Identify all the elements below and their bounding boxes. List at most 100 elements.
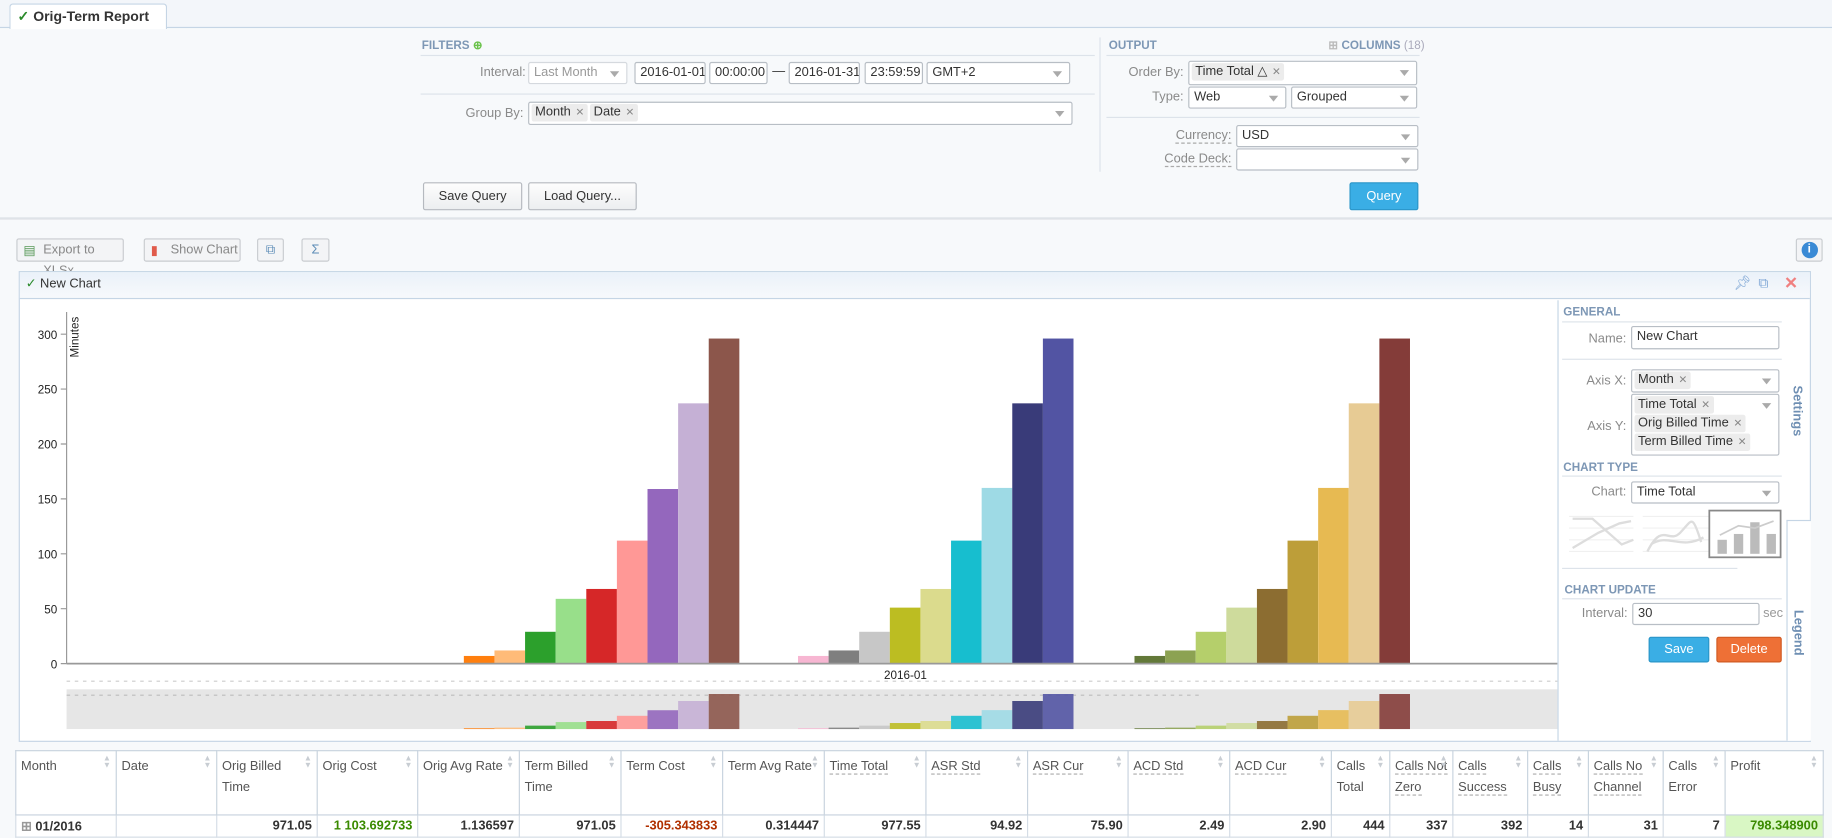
y-tick-label: 250 [38, 384, 58, 397]
chart-name-input[interactable]: New Chart [1631, 325, 1780, 350]
update-interval-input[interactable]: 30 [1632, 602, 1760, 626]
sort-icon[interactable]: ▲ ▼ [1575, 755, 1583, 770]
interval-select[interactable]: Last Month [528, 61, 628, 85]
sum-button[interactable]: Σ [301, 238, 330, 262]
sort-icon[interactable]: ▲ ▼ [1376, 755, 1384, 770]
remove-icon[interactable]: ✕ [1738, 436, 1747, 448]
column-header[interactable]: Date ▲ ▼ [115, 750, 218, 816]
delete-chart-button[interactable]: Delete [1716, 636, 1782, 663]
group-by-select[interactable]: Month ✕ Date ✕ [528, 101, 1073, 126]
remove-icon[interactable]: ✕ [576, 106, 585, 118]
column-header[interactable]: Calls Success ▲ ▼ [1452, 750, 1529, 816]
spline-chart-option[interactable] [1642, 515, 1710, 553]
navigator-bar [494, 727, 526, 730]
navigator-bar [1287, 715, 1319, 730]
sort-icon[interactable]: ▲ ▼ [709, 755, 717, 770]
sort-icon[interactable]: ▲ ▼ [1650, 755, 1658, 770]
sort-icon[interactable]: ▲ ▼ [404, 755, 412, 770]
column-header[interactable]: Orig Cost ▲ ▼ [316, 750, 419, 816]
date-from-input[interactable]: 2016-01-01 [634, 61, 706, 85]
column-header[interactable]: Orig Avg Rate ▲ ▼ [417, 750, 520, 816]
column-header[interactable]: ASR Cur ▲ ▼ [1026, 750, 1129, 816]
column-header[interactable]: ACD Std ▲ ▼ [1127, 750, 1231, 816]
remove-icon[interactable]: ✕ [1701, 398, 1710, 410]
time-from-input[interactable]: 00:00:00 [709, 61, 768, 85]
code-deck-select[interactable] [1236, 148, 1419, 171]
column-header[interactable]: Calls Total ▲ ▼ [1330, 750, 1391, 816]
sort-icon[interactable]: ▲ ▼ [1115, 755, 1123, 770]
remove-icon[interactable]: ✕ [1678, 374, 1687, 386]
table-cell: 1.136597 [417, 814, 520, 838]
settings-side-tab[interactable]: Settings [1790, 386, 1804, 437]
sort-icon[interactable]: ▲ ▼ [608, 755, 616, 770]
save-chart-button[interactable]: Save [1648, 636, 1710, 663]
bar [1226, 607, 1257, 664]
remove-icon[interactable]: ✕ [1272, 65, 1281, 77]
remove-icon[interactable]: ✕ [626, 106, 635, 118]
expand-row-icon[interactable]: ⊞ [21, 820, 35, 834]
bar-chart-option[interactable] [1708, 509, 1782, 559]
duplicate-icon[interactable]: ⧉ [1758, 275, 1768, 293]
legend-side-tab[interactable]: Legend [1791, 610, 1805, 656]
currency-select[interactable]: USD [1236, 125, 1419, 148]
copy-table-button[interactable]: ⧉ [257, 238, 284, 262]
pin-icon[interactable]: 📌︎ [1734, 275, 1752, 291]
sort-icon[interactable]: ▲ ▼ [1216, 755, 1224, 770]
column-header[interactable]: Orig Billed Time ▲ ▼ [216, 750, 318, 816]
timezone-select[interactable]: GMT+2 [926, 61, 1071, 85]
column-header[interactable]: Term Cost ▲ ▼ [620, 750, 724, 816]
update-interval-label: Interval: [1581, 606, 1628, 621]
column-header[interactable]: Term Avg Rate ▲ ▼ [722, 750, 825, 816]
sort-icon[interactable]: ▲ ▼ [811, 755, 819, 770]
line-chart-option[interactable] [1569, 515, 1634, 553]
sort-icon[interactable]: ▲ ▼ [203, 755, 211, 770]
date-to-input[interactable]: 2016-01-31 [788, 61, 860, 85]
column-header[interactable]: Calls No Channel ▲ ▼ [1587, 750, 1664, 816]
sort-icon[interactable]: ▲ ▼ [1014, 755, 1022, 770]
column-header[interactable]: Calls Busy ▲ ▼ [1527, 750, 1589, 816]
table-row: ⊞ 01/2016 971.05 1 103.692733 1.136597 971.0… [15, 814, 1824, 838]
axis-x-select[interactable]: Month ✕ [1631, 369, 1780, 393]
column-header[interactable]: Time Total ▲ ▼ [823, 750, 927, 816]
load-query-button[interactable]: Load Query... [528, 182, 637, 211]
column-header[interactable]: ACD Cur ▲ ▼ [1229, 750, 1332, 816]
remove-icon[interactable]: ✕ [1733, 417, 1742, 429]
sort-icon[interactable]: ▲ ▼ [1514, 755, 1522, 770]
sort-icon[interactable]: ▲ ▼ [103, 755, 111, 770]
chart-type-title: CHART TYPE [1563, 461, 1638, 475]
close-icon[interactable]: ✕ [1784, 273, 1798, 293]
sort-icon[interactable]: ▲ ▼ [1318, 755, 1326, 770]
column-header[interactable]: Profit ▲ ▼ [1724, 750, 1824, 816]
column-header[interactable]: Term Billed Time ▲ ▼ [518, 750, 622, 816]
tab-orig-term-report[interactable]: ✓ Orig-Term Report [9, 3, 168, 30]
navigator-bar [1042, 694, 1074, 730]
column-header[interactable]: ASR Std ▲ ▼ [925, 750, 1029, 816]
sort-icon[interactable]: ▲ ▼ [1440, 755, 1448, 770]
sort-icon[interactable]: ▲ ▼ [304, 755, 312, 770]
order-by-label: Order By: [1128, 65, 1184, 80]
sort-icon[interactable]: ▲ ▼ [1810, 755, 1818, 770]
column-header[interactable]: Calls Error ▲ ▼ [1662, 750, 1726, 816]
axis-y-select[interactable]: Time Total ✕ Orig Billed Time ✕ Term Bille… [1631, 393, 1780, 456]
sort-icon[interactable]: ▲ ▼ [506, 755, 514, 770]
query-button[interactable]: Query [1349, 182, 1419, 211]
bar [678, 403, 709, 664]
table-cell: 971.05 [518, 814, 622, 838]
chart-type-select[interactable]: Time Total [1631, 481, 1780, 504]
column-header[interactable]: Month ▲ ▼ [15, 750, 117, 816]
add-filter-icon[interactable]: ⊕ [473, 40, 483, 53]
sort-icon[interactable]: ▲ ▼ [1712, 755, 1720, 770]
show-chart-button[interactable]: ▮ Show Chart [143, 238, 241, 262]
chart-panel-title: ✓ New Chart [25, 276, 101, 291]
columns-toggle[interactable]: ⊞ COLUMNS (18) [1328, 40, 1424, 53]
sort-icon[interactable]: ▲ ▼ [913, 755, 921, 770]
type-mode-select[interactable]: Grouped [1291, 86, 1418, 109]
y-tick-label: 200 [38, 439, 58, 452]
column-header[interactable]: Calls Not Zero ▲ ▼ [1389, 750, 1454, 816]
type-select[interactable]: Web [1188, 86, 1287, 109]
time-to-input[interactable]: 23:59:59 [864, 61, 924, 85]
export-xlsx-button[interactable]: ▤Export to XLSx [16, 238, 124, 278]
order-by-select[interactable]: Time Total △ ✕ [1188, 60, 1418, 86]
save-query-button[interactable]: Save Query [422, 182, 523, 211]
info-button[interactable]: i [1795, 238, 1823, 262]
